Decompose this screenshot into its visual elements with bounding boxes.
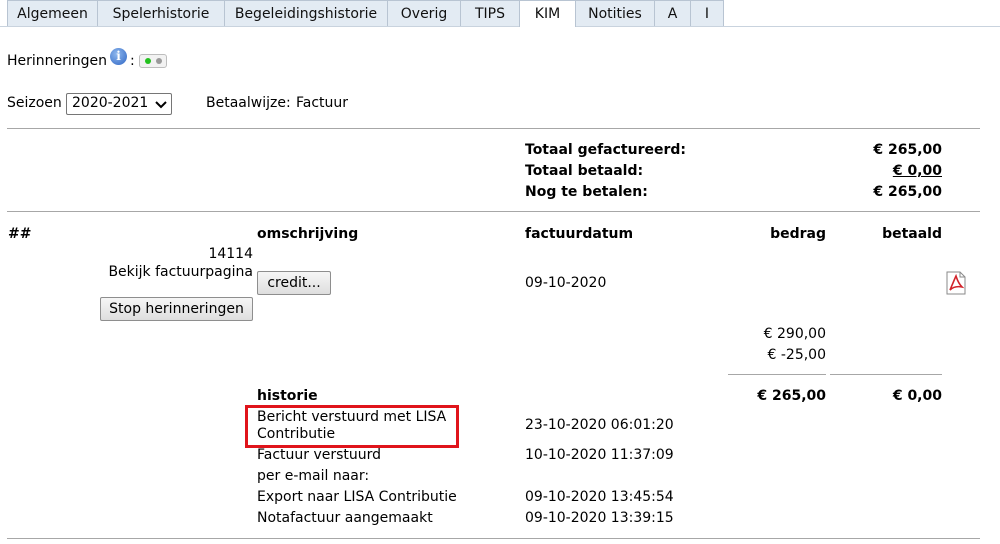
paid-subtotal-line: [830, 374, 942, 375]
amount-line: € 290,00: [763, 326, 826, 342]
total-paid-value: € 0,00: [892, 163, 942, 179]
column-header-description: omschrijving: [257, 226, 359, 242]
history-item-date: 09-10-2020 13:45:54: [525, 489, 674, 505]
history-item-text: Factuur verstuurd: [257, 447, 382, 463]
history-item-text: Contributie: [257, 426, 336, 442]
history-item-text: Notafactuur aangemaakt: [257, 510, 433, 526]
history-label: historie: [257, 388, 318, 404]
credit-button[interactable]: credit...: [257, 271, 331, 295]
reminders-toggle[interactable]: [139, 54, 167, 68]
season-select[interactable]: 2020-2021: [66, 93, 172, 115]
season-value: 2020-2021: [72, 95, 149, 111]
due-value: € 265,00: [873, 184, 942, 200]
total-amount: € 265,00: [757, 388, 826, 404]
invoice-date: 09-10-2020: [525, 275, 607, 291]
history-item-text: Export naar LISA Contributie: [257, 489, 457, 505]
tab-bar: Algemeen Spelerhistorie Begeleidingshist…: [0, 0, 1000, 27]
view-invoice-link[interactable]: Bekijk factuurpagina: [100, 264, 253, 280]
amount-subtotal-line: [728, 374, 826, 375]
due-label: Nog te betalen:: [525, 184, 648, 200]
amount-line: € -25,00: [767, 347, 827, 363]
history-item-text: Bericht verstuurd met LISA: [257, 409, 447, 425]
toggle-off-dot: [156, 58, 162, 64]
tab-i[interactable]: I: [690, 0, 724, 26]
toggle-on-dot: [145, 58, 151, 64]
divider: [7, 128, 980, 129]
tab-kim[interactable]: KIM: [519, 0, 576, 27]
total-paid-label: Totaal betaald:: [525, 163, 644, 179]
column-header-amount: bedrag: [770, 226, 826, 242]
total-invoiced-value: € 265,00: [873, 142, 942, 158]
tab-algemeen[interactable]: Algemeen: [7, 0, 98, 26]
history-item-date: 10-10-2020 11:37:09: [525, 447, 674, 463]
tab-begeleidingshistorie[interactable]: Begeleidingshistorie: [224, 0, 388, 26]
total-invoiced-label: Totaal gefactureerd:: [525, 142, 686, 158]
payment-label: Betaalwijze:: [206, 95, 291, 111]
reminders-label: Herinneringen: [7, 53, 108, 69]
payment-value: Factuur: [296, 95, 349, 111]
column-header-invoice-date: factuurdatum: [525, 226, 634, 242]
invoice-number: 14114: [208, 246, 253, 262]
divider: [7, 211, 980, 212]
pdf-icon[interactable]: [945, 271, 967, 295]
history-item-date: 09-10-2020 13:39:15: [525, 510, 674, 526]
tab-overig[interactable]: Overig: [387, 0, 461, 26]
history-item-text: per e-mail naar:: [257, 468, 370, 484]
chevron-down-icon: [155, 101, 167, 109]
divider: [7, 538, 980, 539]
season-label: Seizoen: [7, 95, 62, 111]
tab-notities[interactable]: Notities: [575, 0, 655, 26]
tab-tips[interactable]: TIPS: [460, 0, 520, 26]
total-paid: € 0,00: [892, 388, 942, 404]
history-item-date: 23-10-2020 06:01:20: [525, 417, 674, 433]
tab-a[interactable]: A: [654, 0, 691, 26]
tab-spelerhistorie[interactable]: Spelerhistorie: [97, 0, 225, 26]
info-icon[interactable]: i: [110, 48, 127, 65]
reminders-colon: :: [130, 53, 135, 69]
column-header-number: ##: [8, 226, 32, 242]
stop-reminders-button[interactable]: Stop herinneringen: [100, 297, 253, 321]
column-header-paid: betaald: [882, 226, 942, 242]
